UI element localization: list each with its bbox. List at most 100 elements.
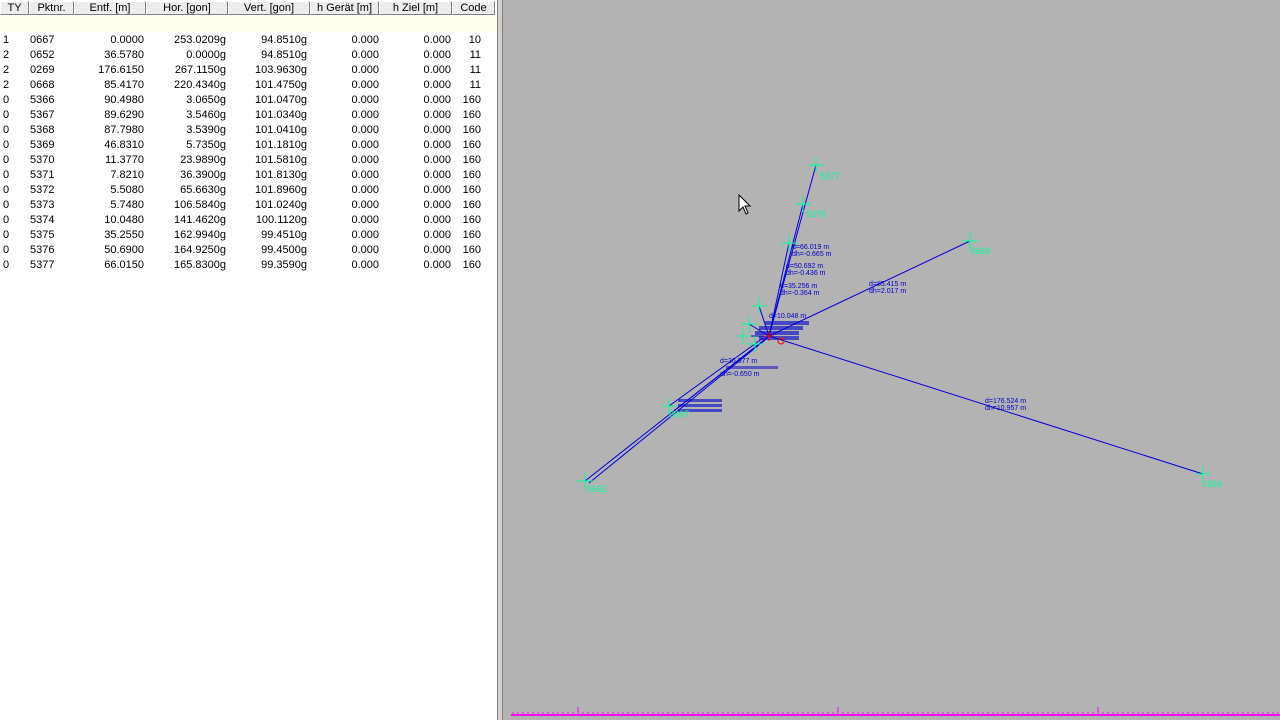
table-row[interactable]: 0 5372 5.5080 65.6630g 101.8960g 0.000 0.000 16… bbox=[0, 183, 497, 198]
column-header-code[interactable]: Code bbox=[452, 1, 495, 15]
table-row[interactable]: 0 5375 35.2550 162.9940g 99.4510g 0.000 0.000 1… bbox=[0, 228, 497, 243]
selected-empty-row[interactable] bbox=[0, 16, 497, 32]
cell-ty: 2 bbox=[3, 64, 10, 76]
table-row[interactable]: 0 5368 87.7980 3.5390g 101.0410g 0.000 0.000 16… bbox=[0, 123, 497, 138]
cell-vert: 100.1120g bbox=[255, 214, 307, 226]
cell-ty: 2 bbox=[3, 49, 10, 61]
table-row[interactable]: 2 0652 36.5780 0.0000g 94.8510g 0.000 0.000 11 bbox=[0, 48, 497, 63]
column-header-hor[interactable]: Hor. [gon] bbox=[146, 1, 228, 15]
cell-hgeraet: 0.000 bbox=[351, 94, 379, 106]
table-row[interactable]: 0 5366 90.4980 3.0650g 101.0470g 0.000 0.000 16… bbox=[0, 93, 497, 108]
cell-pktnr: 5376 bbox=[30, 244, 55, 256]
cell-vert: 94.8510g bbox=[261, 49, 307, 61]
table-row[interactable]: 0 5376 50.6900 164.9250g 99.4500g 0.000 0.000 1… bbox=[0, 243, 497, 258]
table-row[interactable]: 0 5371 7.8210 36.3900g 101.8130g 0.000 0.000 16… bbox=[0, 168, 497, 183]
point-label-5377: 5377 bbox=[820, 171, 840, 181]
cell-entf: 0.0000 bbox=[110, 34, 144, 46]
label-dh-5377: dh=-0.665 m bbox=[792, 251, 832, 258]
cell-vert: 101.0240g bbox=[255, 199, 307, 211]
cell-pktnr: 0667 bbox=[30, 34, 55, 46]
cell-entf: 176.6150 bbox=[98, 64, 144, 76]
table-row[interactable]: 0 5377 66.0150 165.8300g 99.3590g 0.000 0.000 1… bbox=[0, 258, 497, 273]
table-row[interactable]: 0 5374 10.0480 141.4620g 100.1120g 0.000 0.000… bbox=[0, 213, 497, 228]
cell-pktnr: 0652 bbox=[30, 49, 55, 61]
cell-ty: 0 bbox=[3, 169, 10, 181]
cell-code: 160 bbox=[462, 259, 481, 271]
cell-hor: 3.5460g bbox=[186, 109, 226, 121]
cell-code: 160 bbox=[462, 214, 481, 226]
column-header-vert[interactable]: Vert. [gon] bbox=[228, 1, 310, 15]
label-dh-0269: dh=10.957 m bbox=[985, 405, 1026, 412]
cell-entf: 35.2550 bbox=[104, 229, 144, 241]
table-row[interactable]: 0 5373 5.7480 106.5840g 101.0240g 0.000 0.000 1… bbox=[0, 198, 497, 213]
table-row[interactable]: 2 0269 176.6150 267.1150g 103.9630g 0.000 0.00… bbox=[0, 63, 497, 78]
cell-pktnr: 5375 bbox=[30, 229, 55, 241]
cell-hgeraet: 0.000 bbox=[351, 109, 379, 121]
point-label-0269: 0269 bbox=[1202, 479, 1222, 489]
cell-entf: 87.7980 bbox=[104, 124, 144, 136]
cell-pktnr: 5366 bbox=[30, 94, 55, 106]
table-row[interactable]: 1 0667 0.0000 253.0209g 94.8510g 0.000 0.000 10 bbox=[0, 33, 497, 48]
measurement-lines bbox=[584, 164, 1204, 484]
label-d-5374: d=10.048 m bbox=[769, 313, 806, 320]
column-header-pktnr[interactable]: Pktnr. bbox=[29, 1, 74, 15]
cell-ty: 0 bbox=[3, 94, 10, 106]
cell-ty: 0 bbox=[3, 214, 10, 226]
cell-hziel: 0.000 bbox=[423, 184, 451, 196]
cell-entf: 5.5080 bbox=[110, 184, 144, 196]
cell-ty: 0 bbox=[3, 124, 10, 136]
cell-hziel: 0.000 bbox=[423, 229, 451, 241]
column-header-ty[interactable]: TY bbox=[0, 1, 29, 15]
cell-hziel: 0.000 bbox=[423, 199, 451, 211]
column-header-h-geraet[interactable]: h Gerät [m] bbox=[310, 1, 379, 15]
cell-hgeraet: 0.000 bbox=[351, 214, 379, 226]
cell-hor: 36.3900g bbox=[180, 169, 226, 181]
cell-hgeraet: 0.000 bbox=[351, 79, 379, 91]
measurement-table: TY Pktnr. Entf. [m] Hor. [gon] Vert. [go… bbox=[0, 0, 497, 720]
table-row[interactable]: 0 5369 46.8310 5.7350g 101.1810g 0.000 0.000 16… bbox=[0, 138, 497, 153]
cell-hgeraet: 0.000 bbox=[351, 154, 379, 166]
table-row[interactable]: 2 0668 85.4170 220.4340g 101.4750g 0.000 0.000… bbox=[0, 78, 497, 93]
cell-ty: 0 bbox=[3, 199, 10, 211]
cell-pktnr: 5370 bbox=[30, 154, 55, 166]
cell-code: 10 bbox=[468, 34, 481, 46]
cell-hgeraet: 0.000 bbox=[351, 184, 379, 196]
crosshair-icon[interactable] bbox=[751, 298, 767, 314]
cell-code: 160 bbox=[462, 184, 481, 196]
cell-pktnr: 5374 bbox=[30, 214, 55, 226]
column-header-h-ziel[interactable]: h Ziel [m] bbox=[379, 1, 452, 15]
cell-entf: 5.7480 bbox=[110, 199, 144, 211]
cell-hgeraet: 0.000 bbox=[351, 49, 379, 61]
cell-vert: 101.8130g bbox=[255, 169, 307, 181]
cell-entf: 89.6290 bbox=[104, 109, 144, 121]
cell-ty: 0 bbox=[3, 109, 10, 121]
cell-ty: 0 bbox=[3, 154, 10, 166]
label-d-5377: d=66.019 m bbox=[792, 244, 829, 251]
survey-plot[interactable]: d=66.019 m dh=-0.665 m d=50.692 m dh=-0.… bbox=[503, 0, 1280, 720]
cell-pktnr: 5369 bbox=[30, 139, 55, 151]
cell-vert: 94.8510g bbox=[261, 34, 307, 46]
cell-vert: 101.0470g bbox=[255, 94, 307, 106]
cell-code: 11 bbox=[469, 49, 481, 61]
cell-vert: 101.4750g bbox=[255, 79, 307, 91]
cell-hor: 253.0209g bbox=[174, 34, 226, 46]
cell-entf: 90.4980 bbox=[104, 94, 144, 106]
cell-code: 160 bbox=[462, 169, 481, 181]
table-row[interactable]: 0 5367 89.6290 3.5460g 101.0340g 0.000 0.000 16… bbox=[0, 108, 497, 123]
cell-hor: 164.9250g bbox=[174, 244, 226, 256]
cell-vert: 99.4510g bbox=[261, 229, 307, 241]
column-header-entf[interactable]: Entf. [m] bbox=[74, 1, 146, 15]
cell-hziel: 0.000 bbox=[423, 259, 451, 271]
label-d-0668: d=85.415 m bbox=[869, 281, 906, 288]
label-d-5375: d=35.256 m bbox=[780, 283, 817, 290]
cell-entf: 66.0150 bbox=[104, 259, 144, 271]
point-label-0668: 0668 bbox=[970, 246, 990, 256]
measurement-labels: d=66.019 m dh=-0.665 m d=50.692 m dh=-0.… bbox=[678, 244, 1026, 412]
label-dh-5375: dh=-0.364 m bbox=[780, 290, 820, 297]
plot-canvas[interactable]: d=66.019 m dh=-0.665 m d=50.692 m dh=-0.… bbox=[503, 0, 1280, 720]
cell-code: 160 bbox=[462, 244, 481, 256]
table-row[interactable]: 0 5370 11.3770 23.9890g 101.5810g 0.000 0.000 1… bbox=[0, 153, 497, 168]
cell-ty: 0 bbox=[3, 259, 10, 271]
label-dh-0668: dh=2.017 m bbox=[869, 288, 906, 295]
cell-hgeraet: 0.000 bbox=[351, 169, 379, 181]
